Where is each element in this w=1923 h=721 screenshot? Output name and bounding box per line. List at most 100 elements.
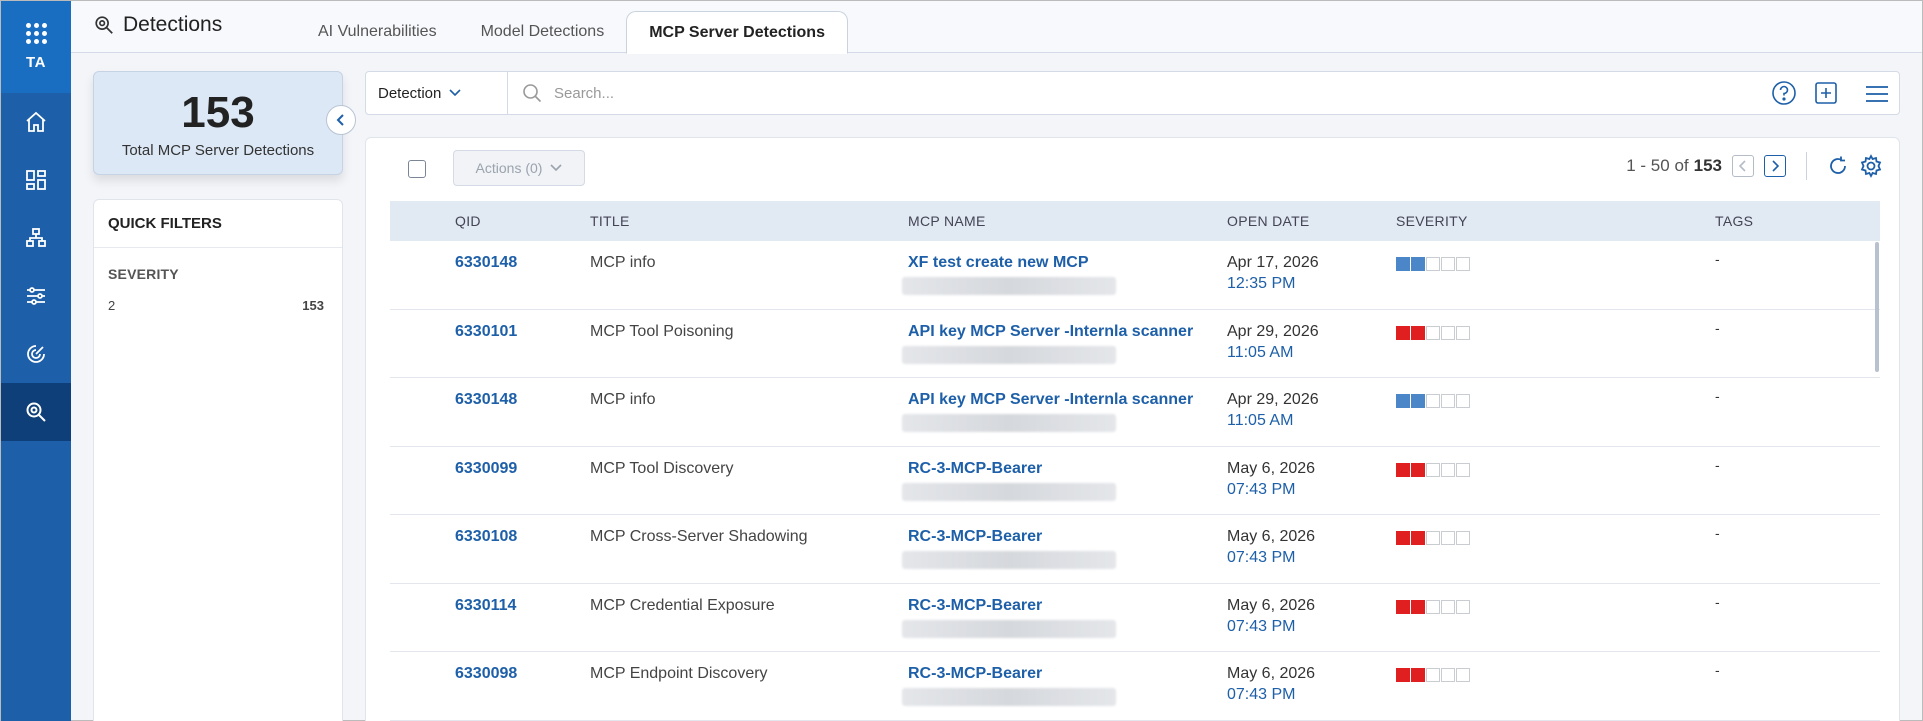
column-header-tags[interactable]: TAGS (1715, 213, 1753, 229)
severity-block-filled (1411, 257, 1425, 271)
search-type-dropdown[interactable]: Detection (366, 72, 508, 114)
summary-label: Total MCP Server Detections (121, 142, 315, 159)
gear-icon[interactable] (1859, 154, 1883, 178)
nav-inventory[interactable] (1, 209, 71, 267)
qid-link[interactable]: 6330148 (455, 391, 517, 409)
column-header-qid[interactable]: QID (455, 213, 481, 229)
apps-grid-icon (25, 23, 47, 44)
app-switcher[interactable]: TA (1, 1, 71, 93)
mcp-name-link[interactable]: RC-3-MCP-Bearer (908, 528, 1208, 546)
search-input[interactable] (554, 84, 1654, 102)
radar-icon (27, 345, 45, 363)
tab-ai-vulnerabilities[interactable]: AI Vulnerabilities (296, 11, 459, 53)
severity-indicator (1396, 531, 1470, 545)
tags-cell: - (1715, 456, 1720, 473)
filter-item-severity-2[interactable]: 2 153 (94, 292, 342, 319)
table-row[interactable]: 6330099 MCP Tool Discovery RC-3-MCP-Bearer… (390, 447, 1880, 515)
severity-block-empty (1441, 599, 1455, 614)
tab-model-detections[interactable]: Model Detections (459, 11, 627, 53)
redacted-url (902, 688, 1116, 706)
chevron-down-icon (550, 164, 563, 172)
nav-dashboard[interactable] (1, 151, 71, 209)
open-date-cell: May 6, 2026 07:43 PM (1227, 460, 1315, 499)
summary-card[interactable]: 153 Total MCP Server Detections (93, 71, 343, 175)
tags-cell: - (1715, 251, 1720, 267)
add-icon[interactable] (1813, 80, 1839, 106)
table-row[interactable]: 6330108 MCP Cross-Server Shadowing RC-3-MC… (390, 515, 1880, 584)
tab-mcp-server-detections[interactable]: MCP Server Detections (626, 11, 848, 54)
mcp-name-link[interactable]: RC-3-MCP-Bearer (908, 597, 1208, 615)
table-row[interactable]: 6330148 MCP info XF test create new MCP Apr… (390, 241, 1880, 310)
quick-filters-panel: QUICK FILTERS SEVERITY 2 153 (93, 199, 343, 721)
qid-link[interactable]: 6330101 (455, 323, 517, 341)
detection-title: MCP Cross-Server Shadowing (590, 528, 808, 545)
mcp-cell: XF test create new MCP (902, 254, 1208, 295)
severity-block-filled (1396, 257, 1410, 271)
user-initials: TA (26, 54, 46, 71)
table-row[interactable]: 6330114 MCP Credential Exposure RC-3-MCP-B… (390, 584, 1880, 652)
nav-settings[interactable] (1, 267, 71, 325)
qid-link[interactable]: 6330114 (455, 597, 516, 615)
mcp-name-link[interactable]: API key MCP Server -Internla scanner (908, 323, 1208, 341)
open-date: Apr 29, 2026 (1227, 322, 1319, 340)
hamburger-menu-icon[interactable] (1865, 84, 1889, 104)
dashboard-icon (26, 170, 46, 190)
search-icon (522, 83, 542, 103)
open-time: 11:05 AM (1227, 343, 1294, 361)
mcp-name-link[interactable]: RC-3-MCP-Bearer (908, 665, 1208, 683)
severity-block-empty (1426, 531, 1440, 545)
severity-block-empty (1456, 668, 1470, 682)
actions-dropdown[interactable]: Actions (0) (453, 150, 585, 186)
help-icon[interactable] (1771, 80, 1797, 106)
column-header-severity[interactable]: SEVERITY (1396, 213, 1468, 229)
severity-block-empty (1441, 462, 1455, 477)
select-all-checkbox[interactable] (408, 160, 426, 178)
table-row[interactable]: 6330101 MCP Tool Poisoning API key MCP Ser… (390, 310, 1880, 378)
collapse-panel-button[interactable] (326, 105, 356, 135)
mcp-name-link[interactable]: API key MCP Server -Internla scanner (908, 391, 1208, 409)
nav-detections[interactable] (1, 383, 71, 441)
mcp-name-link[interactable]: RC-3-MCP-Bearer (908, 460, 1208, 478)
pagination-range: 1 - 50 of (1626, 156, 1689, 175)
chevron-down-icon (449, 89, 461, 97)
qid-link[interactable]: 6330108 (455, 528, 517, 546)
qid-link[interactable]: 6330098 (455, 665, 517, 683)
qid-link[interactable]: 6330099 (455, 460, 517, 478)
severity-indicator (1396, 462, 1470, 477)
severity-block-empty (1441, 668, 1455, 682)
severity-block-filled (1411, 531, 1425, 545)
quick-filters-title: QUICK FILTERS (94, 200, 342, 248)
tags-cell: - (1715, 388, 1720, 404)
page-title-group: Detections (93, 13, 222, 37)
detections-table-panel: Actions (0) 1 - 50 of 153 QID TITLE MCP … (365, 137, 1900, 721)
severity-block-filled (1411, 325, 1425, 340)
severity-block-empty (1456, 325, 1470, 340)
nav-scan[interactable] (1, 325, 71, 383)
severity-block-empty (1441, 325, 1455, 340)
severity-block-filled (1411, 394, 1425, 408)
table-row[interactable]: 6330098 MCP Endpoint Discovery RC-3-MCP-Be… (390, 652, 1880, 721)
detections-icon (95, 16, 113, 34)
severity-block-empty (1426, 668, 1440, 682)
severity-block-empty (1426, 257, 1440, 271)
next-page-button[interactable] (1764, 155, 1786, 177)
severity-block-empty (1426, 394, 1440, 408)
qid-link[interactable]: 6330148 (455, 254, 517, 272)
mcp-name-link[interactable]: XF test create new MCP (908, 254, 1208, 272)
nav-home[interactable] (1, 93, 71, 151)
previous-page-button[interactable] (1732, 155, 1754, 177)
refresh-icon[interactable] (1827, 155, 1849, 177)
severity-indicator (1396, 257, 1470, 271)
severity-block-filled (1396, 394, 1410, 408)
table-row[interactable]: 6330148 MCP info API key MCP Server -Inter… (390, 378, 1880, 447)
table-scrollbar[interactable] (1875, 242, 1879, 372)
tags-cell: - (1715, 319, 1720, 336)
detection-title: MCP info (590, 391, 656, 408)
column-header-title[interactable]: TITLE (590, 213, 630, 229)
column-header-open-date[interactable]: OPEN DATE (1227, 213, 1310, 229)
column-header-mcp-name[interactable]: MCP NAME (908, 213, 986, 229)
severity-block-empty (1456, 531, 1470, 545)
actions-label: Actions (0) (475, 160, 543, 176)
redacted-url (902, 619, 1116, 638)
tags-cell: - (1715, 525, 1720, 541)
